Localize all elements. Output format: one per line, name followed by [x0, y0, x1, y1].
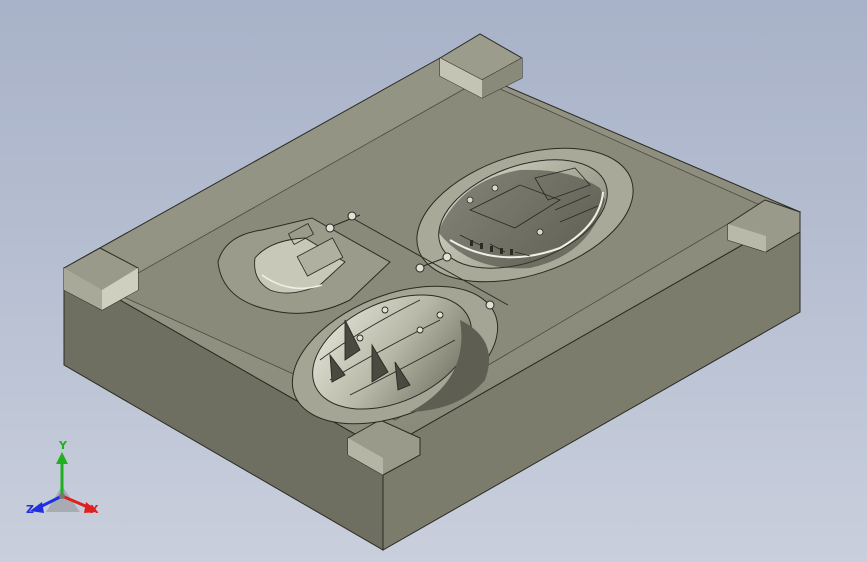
coordinate-triad[interactable]: Y X Z — [22, 440, 106, 526]
y-axis-label: Y — [59, 439, 67, 452]
mold-base-model[interactable] — [0, 0, 867, 562]
x-axis-label: X — [90, 503, 99, 516]
graphics-viewport[interactable]: Y X Z — [0, 0, 867, 562]
z-axis-label: Z — [26, 503, 34, 516]
